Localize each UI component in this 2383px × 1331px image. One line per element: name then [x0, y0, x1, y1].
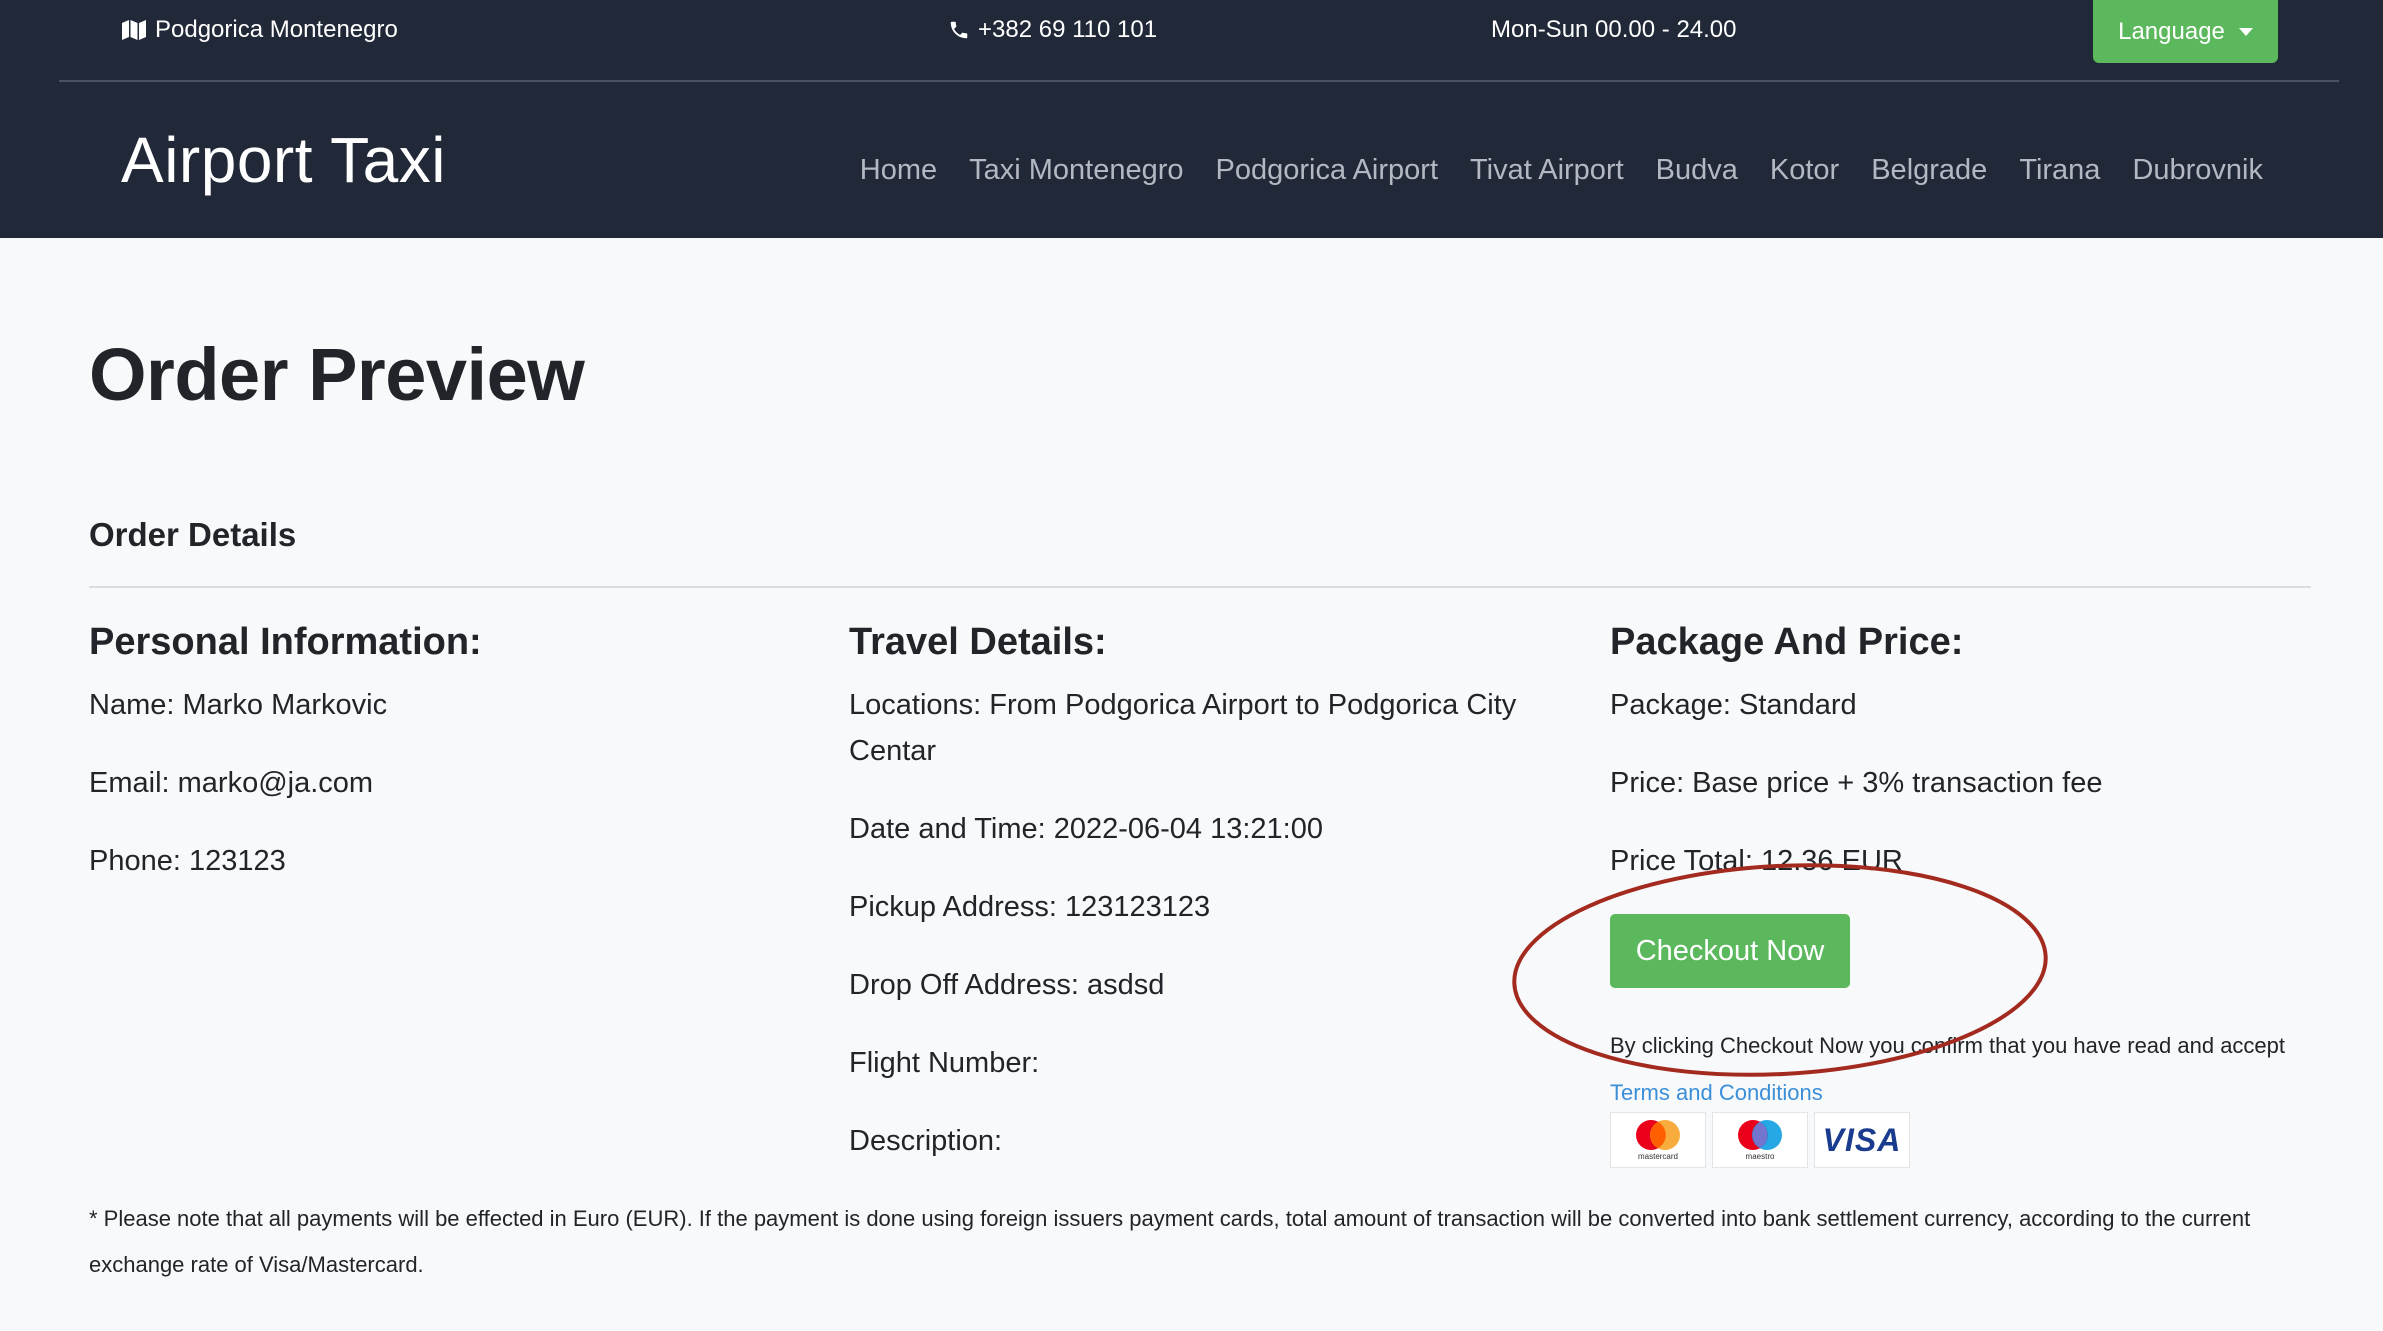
package-price-heading: Package And Price:: [1610, 621, 1964, 663]
personal-email: Email: marko@ja.com: [89, 767, 374, 799]
language-label: Language: [2118, 17, 2225, 45]
chevron-down-icon: [2238, 27, 2253, 36]
nav-link-tivat-airport[interactable]: Tivat Airport: [1470, 150, 1624, 190]
package-total: Price Total: 12.36 EUR: [1610, 845, 1903, 877]
nav-link-belgrade[interactable]: Belgrade: [1871, 150, 1987, 190]
language-button[interactable]: Language: [2093, 0, 2278, 63]
nav-link-tirana[interactable]: Tirana: [2019, 150, 2100, 190]
main-navbar: Airport Taxi Home Taxi Montenegro Podgor…: [0, 82, 2383, 238]
map-icon: [122, 20, 146, 40]
payment-note: * Please note that all payments will be …: [89, 1206, 2251, 1277]
travel-pickup: Pickup Address: 123123123: [849, 891, 1211, 923]
personal-info-column: Personal Information: Name: Marko Markov…: [89, 612, 769, 916]
section-divider: [89, 586, 2311, 588]
location-text: Podgorica Montenegro: [155, 16, 398, 43]
hours-text: Mon-Sun 00.00 - 24.00: [1491, 16, 1737, 43]
phone-info[interactable]: +382 69 110 101: [948, 14, 1157, 46]
maestro-label: maestro: [1745, 1152, 1775, 1161]
nav-link-dubrovnik[interactable]: Dubrovnik: [2132, 150, 2263, 190]
travel-details-heading: Travel Details:: [849, 621, 1107, 663]
nav-link-budva[interactable]: Budva: [1656, 150, 1738, 190]
mastercard-logo: mastercard: [1610, 1112, 1706, 1168]
nav-links: Home Taxi Montenegro Podgorica Airport T…: [860, 150, 2263, 190]
checkout-button[interactable]: Checkout Now: [1610, 914, 1850, 988]
location-info: Podgorica Montenegro: [121, 14, 398, 46]
travel-description: Description:: [849, 1125, 1003, 1157]
consent-text: By clicking Checkout Now you confirm tha…: [1610, 1022, 2330, 1116]
personal-phone: Phone: 123123: [89, 845, 286, 877]
personal-info-heading: Personal Information:: [89, 621, 482, 663]
travel-details-column: Travel Details: Locations: From Podgoric…: [849, 612, 1549, 1196]
mastercard-icon: [1636, 1120, 1680, 1150]
phone-text: +382 69 110 101: [978, 16, 1158, 43]
page-title: Order Preview: [89, 333, 585, 416]
personal-name: Name: Marko Markovic: [89, 689, 388, 721]
maestro-icon: [1738, 1120, 1782, 1150]
travel-locations: Locations: From Podgorica Airport to Pod…: [849, 689, 1517, 767]
travel-dropoff: Drop Off Address: asdsd: [849, 969, 1165, 1001]
phone-icon: [950, 21, 968, 39]
travel-datetime: Date and Time: 2022-06-04 13:21:00: [849, 813, 1323, 845]
hours-info: Mon-Sun 00.00 - 24.00: [1491, 14, 1737, 46]
payment-cards: mastercard maestro VISA: [1610, 1112, 1910, 1168]
terms-link[interactable]: Terms and Conditions: [1610, 1080, 1823, 1105]
visa-label: VISA: [1822, 1121, 1902, 1158]
visa-logo: VISA: [1814, 1112, 1910, 1168]
mastercard-label: mastercard: [1637, 1152, 1678, 1161]
nav-link-home[interactable]: Home: [860, 150, 937, 190]
section-title: Order Details: [89, 516, 297, 553]
travel-flight: Flight Number:: [849, 1047, 1040, 1079]
nav-link-kotor[interactable]: Kotor: [1770, 150, 1839, 190]
brand-logo[interactable]: Airport Taxi: [121, 120, 446, 200]
package-price-column: Package And Price: Package: Standard Pri…: [1610, 612, 2290, 916]
consent-label: By clicking Checkout Now you confirm tha…: [1610, 1033, 2286, 1058]
maestro-logo: maestro: [1712, 1112, 1808, 1168]
nav-link-podgorica-airport[interactable]: Podgorica Airport: [1216, 150, 1438, 190]
top-bar: Podgorica Montenegro +382 69 110 101 Mon…: [0, 0, 2383, 82]
nav-link-taxi-montenegro[interactable]: Taxi Montenegro: [969, 150, 1183, 190]
package-price: Price: Base price + 3% transaction fee: [1610, 767, 2103, 799]
package-name: Package: Standard: [1610, 689, 1857, 721]
